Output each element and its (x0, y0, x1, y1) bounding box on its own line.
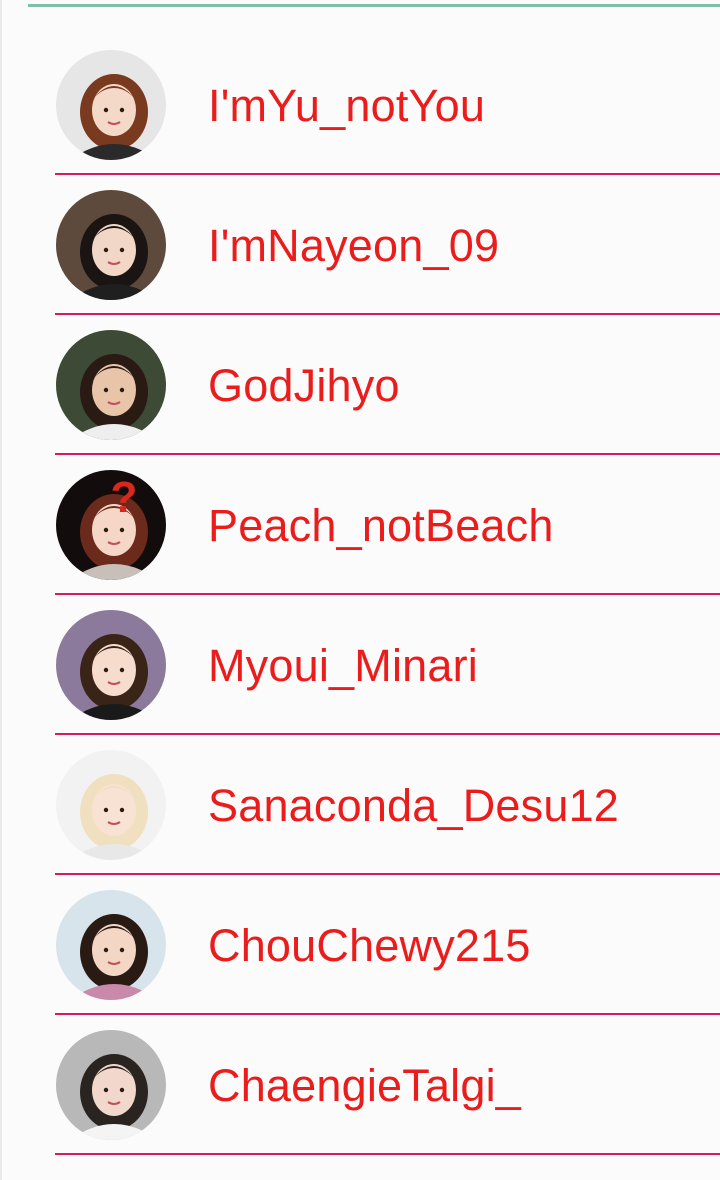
user-avatar-icon: ? (56, 470, 166, 580)
list-item[interactable]: ? Peach_notBeach (0, 456, 720, 595)
user-avatar-icon (56, 890, 166, 1000)
username-label: Peach_notBeach (208, 500, 554, 551)
avatar[interactable] (56, 190, 166, 300)
username-label: ChouChewy215 (208, 920, 531, 971)
avatar[interactable] (56, 750, 166, 860)
username-label: Sanaconda_Desu12 (208, 780, 620, 831)
avatar[interactable]: ? (56, 470, 166, 580)
avatar[interactable] (56, 610, 166, 720)
username-label: GodJihyo (208, 360, 400, 411)
list-item[interactable]: I'mNayeon_09 (0, 176, 720, 315)
list-item[interactable]: Sanaconda_Desu12 (0, 736, 720, 875)
avatar[interactable] (56, 50, 166, 160)
user-avatar-icon (56, 190, 166, 300)
user-avatar-icon (56, 750, 166, 860)
user-list-screen: I'mYu_notYou I'mNayeon_09 GodJihyo? Peach_n… (0, 0, 720, 1180)
list-item[interactable]: Myoui_Minari (0, 596, 720, 735)
username-label: ChaengieTalgi_ (208, 1060, 522, 1111)
user-avatar-icon (56, 610, 166, 720)
list-item[interactable]: I'mYu_notYou (0, 36, 720, 175)
avatar[interactable] (56, 1030, 166, 1140)
list-item[interactable]: GodJihyo (0, 316, 720, 455)
avatar[interactable] (56, 330, 166, 440)
user-avatar-icon (56, 330, 166, 440)
user-avatar-icon (56, 50, 166, 160)
username-label: Myoui_Minari (208, 640, 478, 691)
username-label: I'mYu_notYou (208, 80, 486, 131)
top-divider-line (28, 4, 720, 7)
list-item[interactable]: ChaengieTalgi_ (0, 1016, 720, 1155)
list-item[interactable]: ChouChewy215 (0, 876, 720, 1015)
username-label: I'mNayeon_09 (208, 220, 500, 271)
avatar[interactable] (56, 890, 166, 1000)
svg-text:?: ? (111, 473, 138, 522)
user-list: I'mYu_notYou I'mNayeon_09 GodJihyo? Peach_n… (0, 36, 720, 1156)
user-avatar-icon (56, 1030, 166, 1140)
